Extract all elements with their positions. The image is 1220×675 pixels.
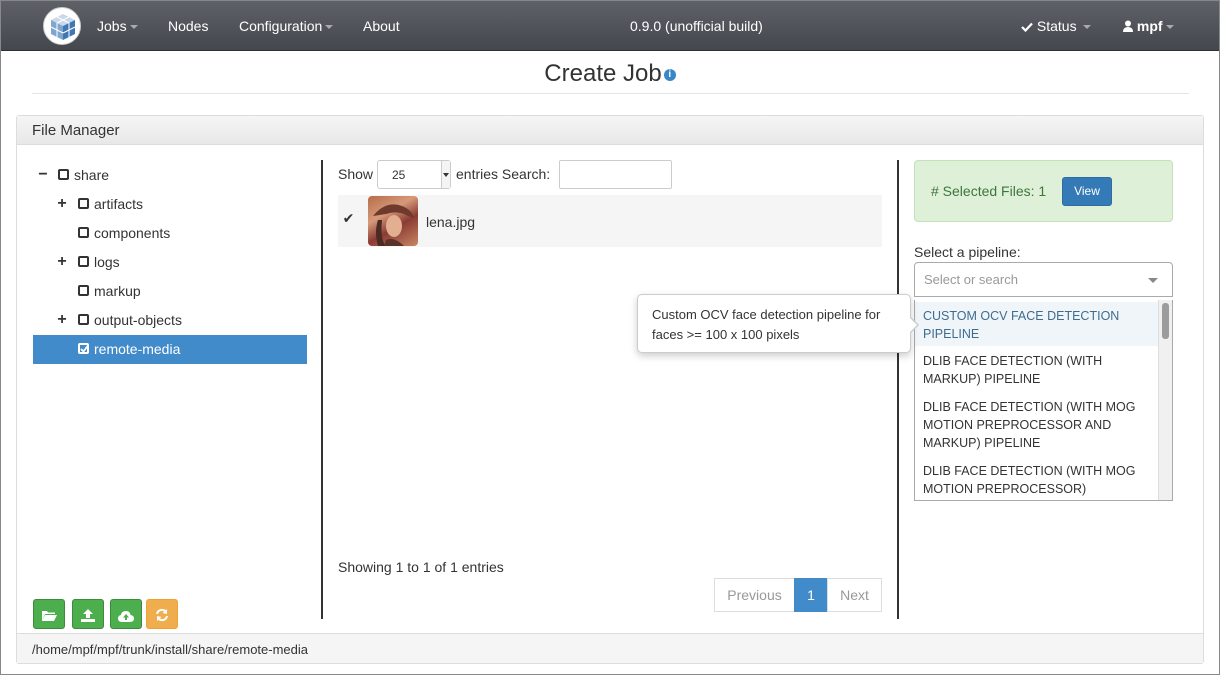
selected-files-count: # Selected Files: 1 xyxy=(931,183,1047,199)
table-row[interactable]: ✔ lena.jpg xyxy=(338,195,882,247)
entries-per-page-select[interactable]: 25 xyxy=(377,160,451,189)
check-icon xyxy=(1021,22,1033,33)
pipeline-option[interactable]: DLIB FACE DETECTION (WITH MARKUP) PIPELI… xyxy=(915,348,1159,388)
page-1-button[interactable]: 1 xyxy=(794,578,828,612)
pipeline-placeholder: Select or search xyxy=(924,272,1018,287)
cloud-upload-icon xyxy=(118,611,134,622)
url-upload-button[interactable] xyxy=(110,599,142,629)
refresh-icon xyxy=(156,608,168,622)
tree-checkbox[interactable] xyxy=(78,227,89,238)
tree-item-logs[interactable]: + logs xyxy=(33,248,307,277)
pipeline-tooltip: Custom OCV face detection pipeline for f… xyxy=(637,294,919,353)
info-icon[interactable]: i xyxy=(663,68,676,81)
version-label: 0.9.0 (unofficial build) xyxy=(630,18,763,34)
nav-jobs-label: Jobs xyxy=(97,18,127,34)
selected-files-box: # Selected Files: 1 View xyxy=(914,160,1173,222)
nav-nodes[interactable]: Nodes xyxy=(168,18,208,34)
table-info: Showing 1 to 1 of 1 entries xyxy=(338,559,504,575)
previous-page-button[interactable]: Previous xyxy=(714,578,795,612)
pipeline-search-input[interactable]: Select or search xyxy=(914,262,1173,297)
next-page-button[interactable]: Next xyxy=(827,578,882,612)
tree-item-components[interactable]: components xyxy=(33,219,307,248)
nav-configuration[interactable]: Configuration xyxy=(239,18,334,34)
caret-down-icon xyxy=(1165,25,1174,30)
tree-item-share[interactable]: − share xyxy=(33,161,307,190)
chevron-down-icon xyxy=(1148,278,1158,283)
tree-item-label: markup xyxy=(94,283,141,299)
page-title-text: Create Job xyxy=(544,60,662,87)
nav-about[interactable]: About xyxy=(363,18,400,34)
caret-down-icon xyxy=(325,25,334,30)
tooltip-text: Custom OCV face detection pipeline for f… xyxy=(652,307,881,342)
nav-configuration-label: Configuration xyxy=(239,18,323,34)
nav-jobs[interactable]: Jobs xyxy=(97,18,138,34)
pipeline-label: Select a pipeline: xyxy=(914,244,1021,260)
refresh-button[interactable] xyxy=(146,599,178,629)
panel-heading: File Manager xyxy=(17,116,1203,145)
tree-item-output-objects[interactable]: + output-objects xyxy=(33,306,307,335)
tree-checkbox[interactable] xyxy=(78,256,89,267)
tree-item-label: output-objects xyxy=(94,312,182,328)
tree-item-label: artifacts xyxy=(94,196,144,212)
column-divider xyxy=(321,160,323,619)
tree-item-label: components xyxy=(94,225,171,241)
tree-item-label: remote-media xyxy=(94,341,181,357)
pipeline-option[interactable]: DLIB FACE DETECTION (WITH MOG MOTION PRE… xyxy=(915,458,1159,498)
navbar: Jobs Nodes Configuration About 0.9.0 (un… xyxy=(1,1,1219,51)
logo-cube-icon xyxy=(50,14,76,40)
tree-item-label: logs xyxy=(94,254,120,270)
view-button[interactable]: View xyxy=(1062,177,1112,206)
column-divider xyxy=(897,160,899,619)
entries-search-label: entries Search: xyxy=(456,166,551,182)
title-divider xyxy=(32,93,1189,94)
show-label: Show xyxy=(338,166,374,182)
caret-down-icon xyxy=(1082,25,1091,30)
dropdown-arrow-icon xyxy=(441,161,450,188)
upload-icon xyxy=(81,609,95,622)
tree-item-markup[interactable]: markup xyxy=(33,277,307,306)
tree-checkbox-checked[interactable] xyxy=(78,343,89,354)
tree-item-label: share xyxy=(74,167,110,183)
tree-item-remote-media[interactable]: remote-media xyxy=(33,335,307,364)
search-input[interactable] xyxy=(559,160,672,189)
nav-status-label: Status xyxy=(1036,18,1077,34)
collapse-icon[interactable]: − xyxy=(37,166,49,184)
folder-open-icon xyxy=(42,611,57,621)
user-icon xyxy=(1123,20,1133,32)
current-path: /home/mpf/mpf/trunk/install/share/remote… xyxy=(17,633,1203,663)
upload-button[interactable] xyxy=(72,599,104,629)
tree-checkbox[interactable] xyxy=(58,169,69,180)
pipeline-options-list[interactable]: CUSTOM OCV FACE DETECTION PIPELINE DLIB … xyxy=(914,300,1173,501)
expand-icon[interactable]: + xyxy=(56,253,68,271)
tree-checkbox[interactable] xyxy=(78,314,89,325)
expand-icon[interactable]: + xyxy=(56,195,68,213)
nav-user-label: mpf xyxy=(1136,18,1163,34)
scrollbar-thumb[interactable] xyxy=(1162,303,1169,339)
file-thumbnail[interactable] xyxy=(368,196,418,246)
scrollbar[interactable] xyxy=(1158,300,1172,500)
caret-down-icon xyxy=(129,25,138,30)
entries-value: 25 xyxy=(392,168,406,182)
tree-item-artifacts[interactable]: + artifacts xyxy=(33,190,307,219)
thumbnail-image xyxy=(373,204,414,246)
page-title: Create Job i xyxy=(0,60,1220,88)
pipeline-option[interactable]: DLIB FACE DETECTION (WITH MOG MOTION PRE… xyxy=(915,394,1159,452)
new-folder-button[interactable] xyxy=(33,599,65,629)
nav-user[interactable]: mpf xyxy=(1123,18,1174,34)
expand-icon[interactable]: + xyxy=(56,311,68,329)
tooltip-arrow xyxy=(909,316,919,334)
pipeline-option[interactable]: CUSTOM OCV FACE DETECTION PIPELINE xyxy=(915,302,1159,346)
file-name[interactable]: lena.jpg xyxy=(426,214,475,230)
logo[interactable] xyxy=(43,7,81,45)
nav-status[interactable]: Status xyxy=(1021,18,1091,34)
tree-checkbox[interactable] xyxy=(78,198,89,209)
tree-checkbox[interactable] xyxy=(78,285,89,296)
check-icon xyxy=(80,345,89,353)
row-checkbox[interactable]: ✔ xyxy=(342,211,355,226)
